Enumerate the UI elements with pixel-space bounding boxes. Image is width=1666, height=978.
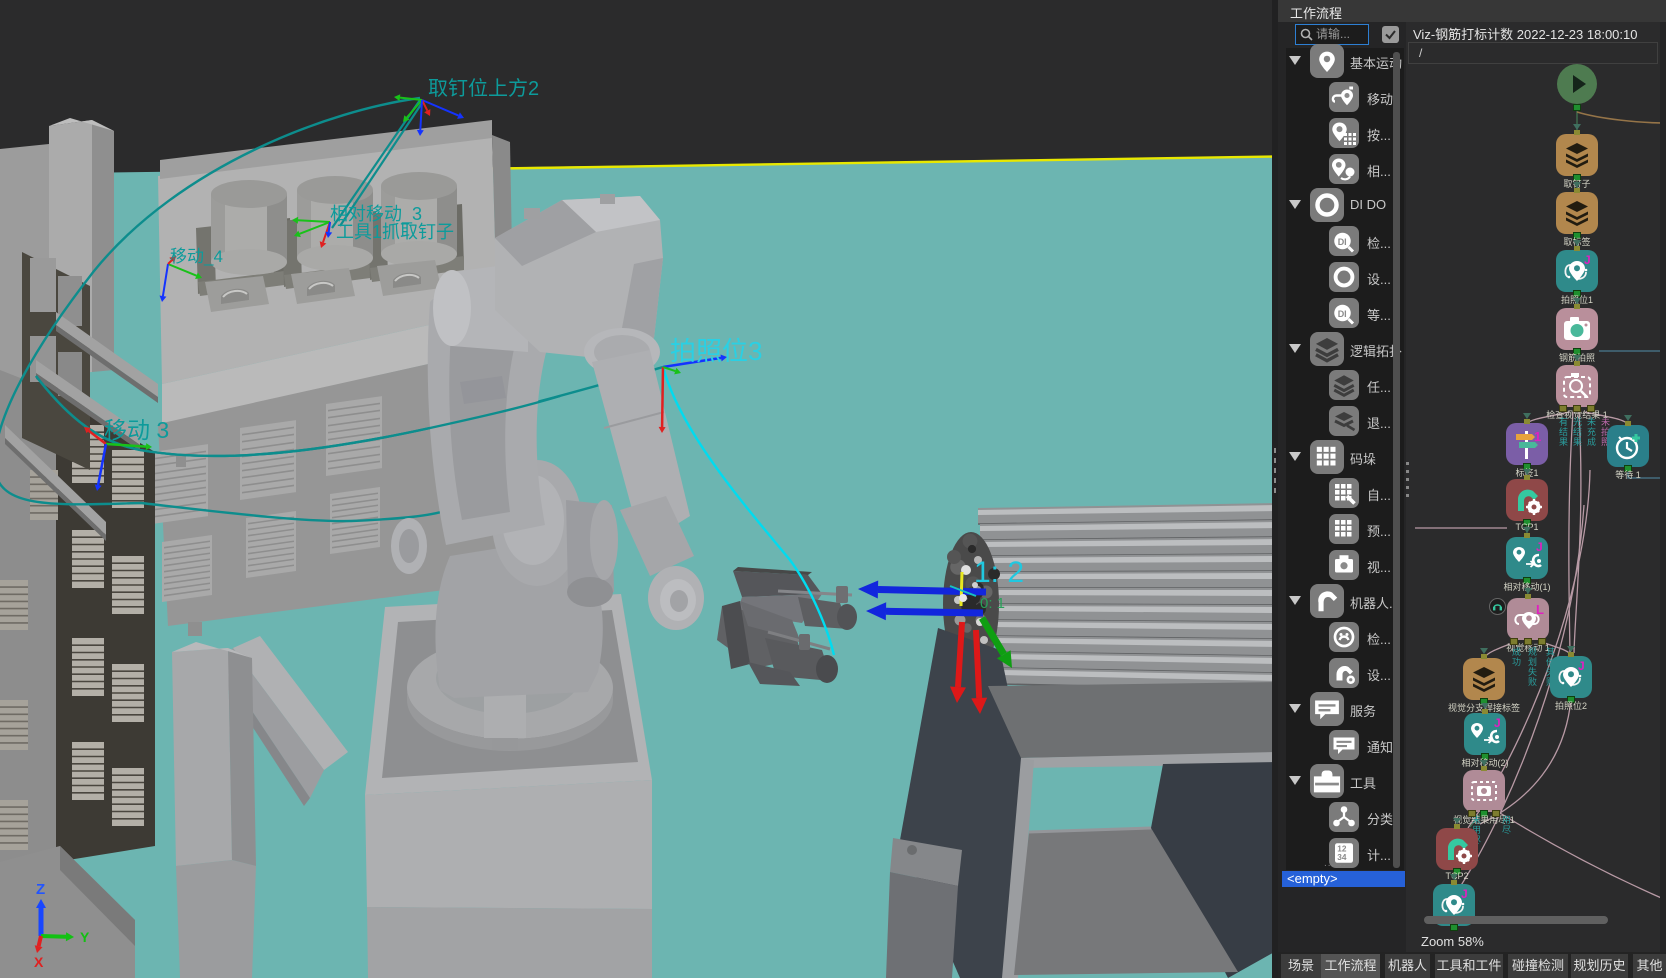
svg-text:L: L bbox=[1536, 602, 1544, 617]
svg-text:移动 3: 移动 3 bbox=[104, 417, 169, 443]
svg-text:1: 2: 1: 2 bbox=[974, 556, 1024, 589]
svg-text:1: 1 bbox=[1534, 429, 1541, 444]
svg-text:工具1抓取钉子: 工具1抓取钉子 bbox=[336, 222, 454, 242]
svg-text:J: J bbox=[1584, 253, 1591, 267]
svg-text:J: J bbox=[1536, 540, 1543, 554]
svg-text:X: X bbox=[34, 954, 44, 970]
svg-text:J: J bbox=[1494, 716, 1501, 730]
svg-text:拍照位3: 拍照位3 bbox=[670, 336, 762, 366]
svg-text:Z: Z bbox=[36, 881, 45, 898]
svg-text:移动_4: 移动_4 bbox=[170, 247, 223, 266]
svg-text:DI: DI bbox=[1338, 309, 1347, 319]
svg-text:取钉位上方2: 取钉位上方2 bbox=[428, 77, 539, 100]
svg-text:Y: Y bbox=[80, 929, 90, 945]
svg-text:DI: DI bbox=[1338, 237, 1347, 247]
svg-text:J: J bbox=[1578, 659, 1585, 673]
svg-text:0: 1: 0: 1 bbox=[980, 595, 1005, 612]
svg-text:J: J bbox=[1461, 887, 1468, 901]
